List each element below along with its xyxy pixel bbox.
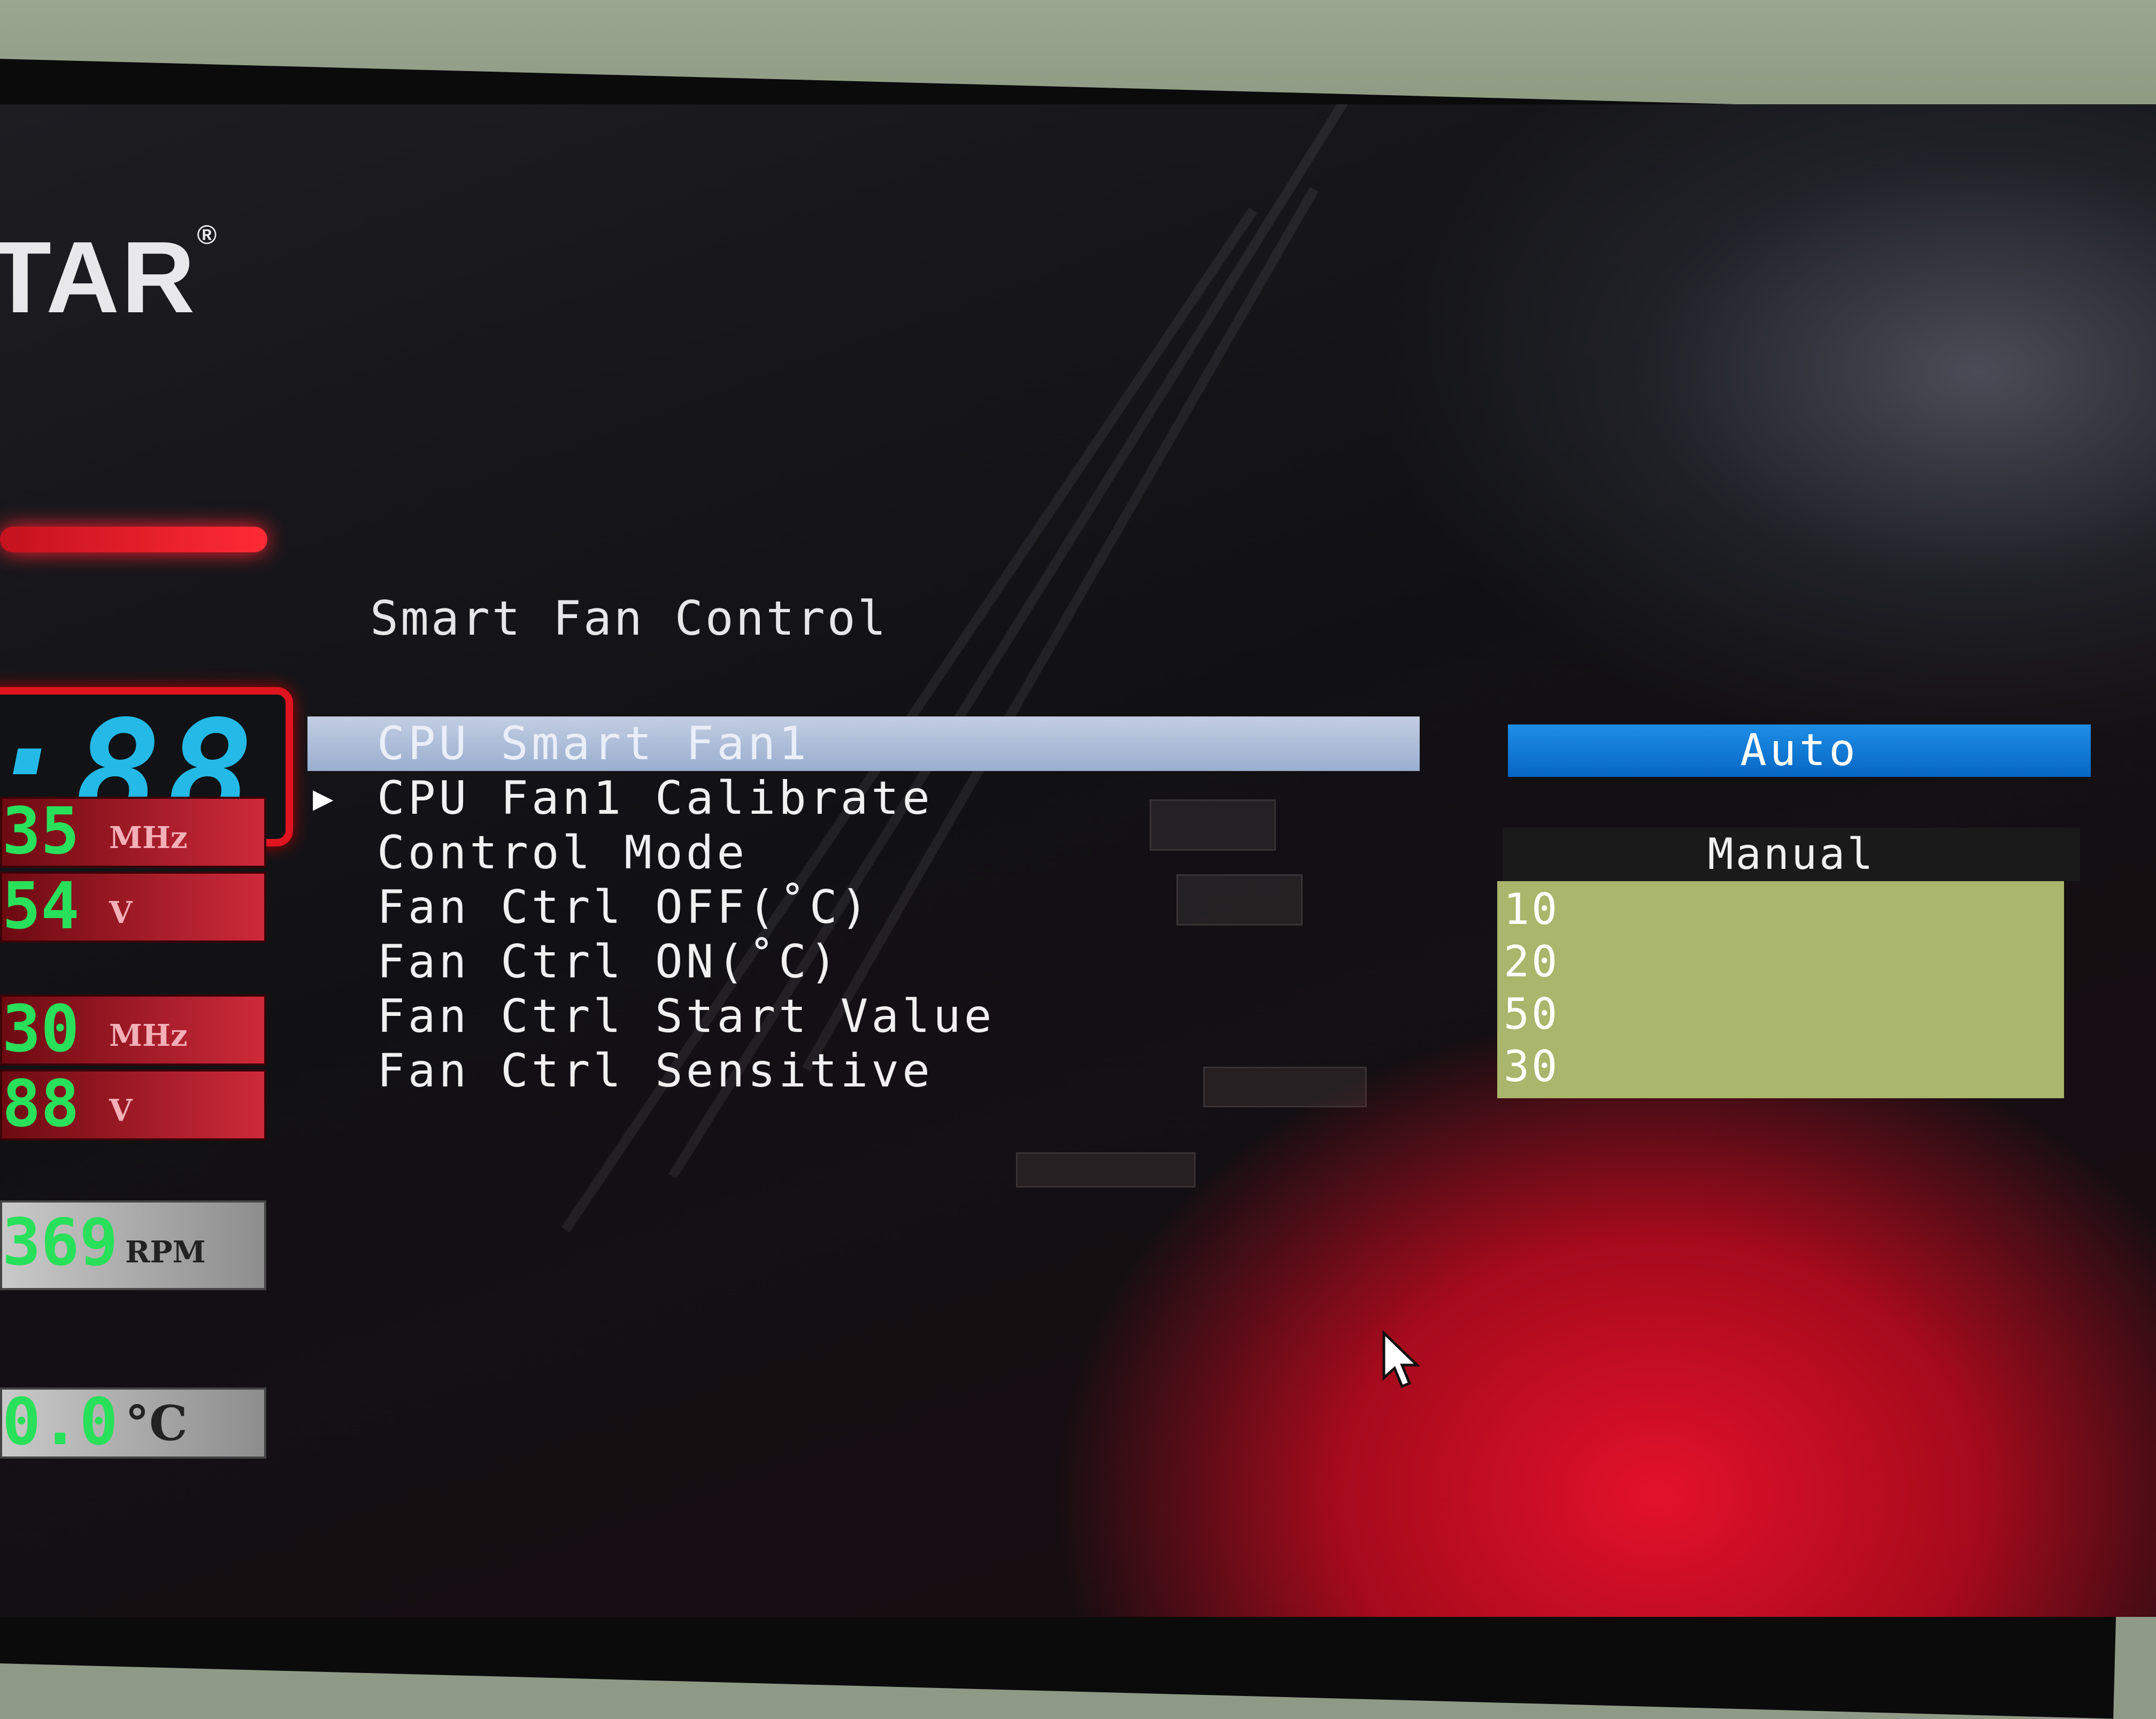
menu-item-label: Control Mode [377,826,748,880]
cpu-voltage-readout: 54 V [0,869,266,944]
fan-ctrl-on-input[interactable]: 20 [1497,936,2064,988]
fan-speed-readout: 369 RPM [0,1200,266,1290]
submenu-arrow-icon: ▶ [313,778,337,818]
bios-screen: TAR® :88 35 MHz 54 V 30 MHz 88 V 369 RPM… [0,104,2156,1617]
memory-voltage-readout: 88 V [0,1067,266,1142]
menu-item-label: Fan Ctrl Start Value [377,990,995,1043]
registered-mark: ® [197,220,219,250]
option-values-column: Auto Manual 10 20 50 30 [1497,724,2091,1098]
menu-item-fan-ctrl-off[interactable]: Fan Ctrl OFF(˚C) [307,880,1420,935]
readout-unit: RPM [125,1235,206,1270]
brand-logo: TAR® [0,219,219,336]
menu-item-label: Fan Ctrl ON(˚C) [377,935,841,989]
menu-item-label: Fan Ctrl OFF(˚C) [377,881,872,934]
readout-unit: V [109,1093,133,1128]
menu-item-label: CPU Fan1 Calibrate [377,772,933,825]
readout-unit: V [109,895,133,930]
memory-frequency-readout: 30 MHz [0,992,266,1067]
fan-ctrl-off-input[interactable]: 10 [1497,883,2064,936]
page-title: Smart Fan Control [370,591,888,646]
menu-item-fan-ctrl-start-value[interactable]: Fan Ctrl Start Value [307,989,1420,1044]
menu-item-label: Fan Ctrl Sensitive [377,1044,933,1098]
readout-value: 54 [2,869,80,944]
temperature-readout: 0.0 °C [0,1385,266,1460]
background-block [1016,1152,1196,1188]
cpu-frequency-readout: 35 MHz [0,795,266,869]
readout-value: 0.0 [2,1385,118,1460]
menu-item-fan-ctrl-on[interactable]: Fan Ctrl ON(˚C) [307,935,1420,989]
fan-ctrl-sensitive-input[interactable]: 30 [1497,1040,2064,1093]
smart-fan-value-button[interactable]: Auto [1508,724,2091,777]
readout-value: 30 [2,992,80,1067]
logo-text: TAR [0,221,197,334]
readout-unit: MHz [109,820,188,855]
readout-value: 88 [2,1067,80,1142]
mouse-pointer-icon [1382,1330,1421,1389]
readout-unit: °C [125,1395,188,1452]
readout-value: 369 [2,1206,118,1280]
menu-item-control-mode[interactable]: Control Mode [307,826,1420,880]
menu-item-fan-ctrl-sensitive[interactable]: Fan Ctrl Sensitive [307,1044,1420,1098]
settings-menu: CPU Smart Fan1 ▶ CPU Fan1 Calibrate Cont… [307,716,1420,1098]
status-red-bar [0,527,267,552]
menu-item-cpu-fan1-calibrate[interactable]: ▶ CPU Fan1 Calibrate [307,771,1420,826]
fan-ctrl-start-value-input[interactable]: 50 [1497,988,2064,1040]
readout-unit: MHz [109,1018,188,1053]
menu-item-cpu-smart-fan1[interactable]: CPU Smart Fan1 [307,716,1420,771]
menu-item-label: CPU Smart Fan1 [377,717,810,770]
readout-value: 35 [2,795,80,869]
control-mode-value-button[interactable]: Manual [1503,828,2080,881]
fan-values-box: 10 20 50 30 [1497,881,2064,1098]
